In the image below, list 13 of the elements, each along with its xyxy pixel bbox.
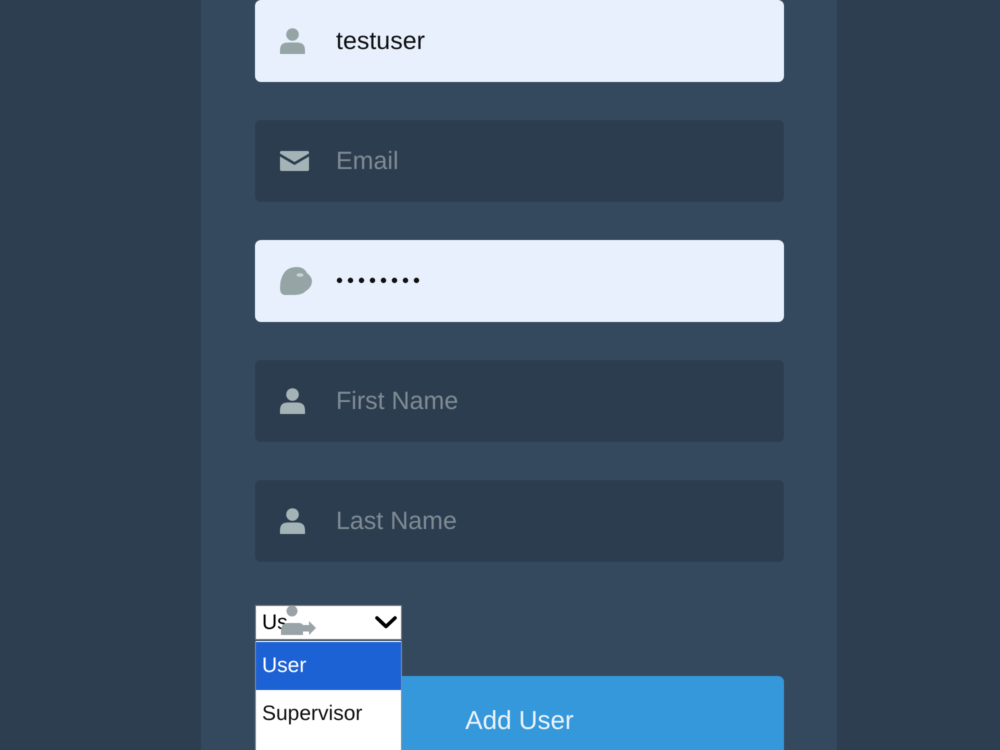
chevron-down-icon xyxy=(375,616,397,629)
dropdown-option[interactable]: Supervisor xyxy=(256,690,401,738)
blob-icon xyxy=(280,267,312,295)
user-icon xyxy=(280,388,305,414)
input-field[interactable]: testuser xyxy=(255,0,784,82)
input-field[interactable]: •••••••• xyxy=(255,240,784,322)
input-field[interactable]: First Name xyxy=(255,360,784,442)
input-field[interactable]: Email xyxy=(255,120,784,202)
user-icon xyxy=(280,508,305,534)
envelope-icon xyxy=(280,151,309,171)
input-field[interactable]: Last Name xyxy=(255,480,784,562)
dropdown-option[interactable]: User xyxy=(256,642,401,690)
user-icon xyxy=(280,28,305,54)
